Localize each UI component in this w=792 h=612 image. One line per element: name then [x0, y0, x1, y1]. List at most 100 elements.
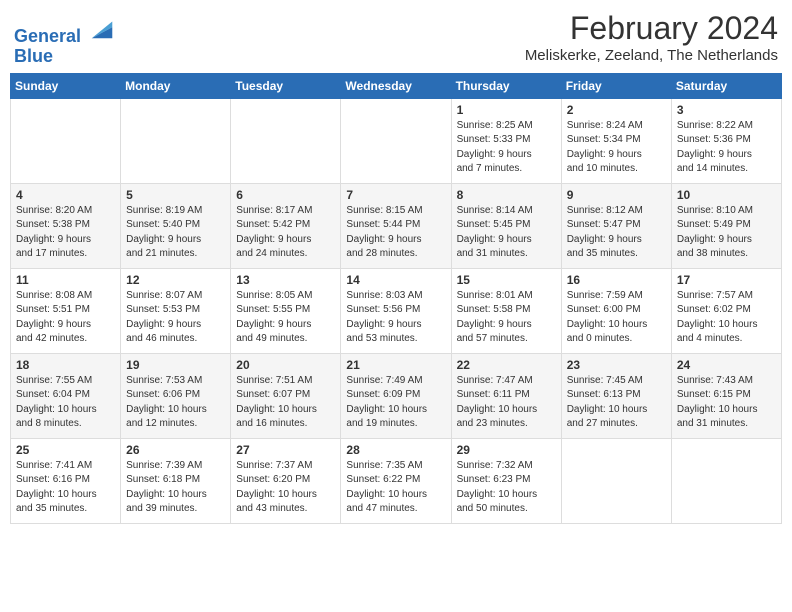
- column-header-saturday: Saturday: [671, 73, 781, 98]
- day-cell: [561, 438, 671, 523]
- day-info: Sunrise: 7:57 AM Sunset: 6:02 PM Dayligh…: [677, 289, 776, 347]
- day-info: Sunrise: 7:45 AM Sunset: 6:13 PM Dayligh…: [567, 374, 666, 432]
- day-cell: 4 Sunrise: 8:20 AM Sunset: 5:38 PM Daylig…: [11, 183, 121, 268]
- day-info: Sunrise: 8:12 AM Sunset: 5:47 PM Dayligh…: [567, 204, 666, 262]
- day-info: Sunrise: 8:17 AM Sunset: 5:42 PM Dayligh…: [236, 204, 335, 262]
- calendar-header-row: SundayMondayTuesdayWednesdayThursdayFrid…: [11, 73, 782, 98]
- day-number: 7: [346, 188, 445, 202]
- day-info: Sunrise: 8:05 AM Sunset: 5:55 PM Dayligh…: [236, 289, 335, 347]
- day-cell: 16 Sunrise: 7:59 AM Sunset: 6:00 PM Dayli…: [561, 268, 671, 353]
- day-info: Sunrise: 8:24 AM Sunset: 5:34 PM Dayligh…: [567, 119, 666, 177]
- day-cell: [231, 98, 341, 183]
- day-cell: 19Sunrise: 7:53 AM Sunset: 6:06 PM Dayli…: [121, 353, 231, 438]
- day-info: Sunrise: 8:14 AM Sunset: 5:45 PM Dayligh…: [457, 204, 556, 262]
- day-info: Sunrise: 7:49 AM Sunset: 6:09 PM Dayligh…: [346, 374, 445, 432]
- day-info: Sunrise: 7:51 AM Sunset: 6:07 PM Dayligh…: [236, 374, 335, 432]
- column-header-wednesday: Wednesday: [341, 73, 451, 98]
- day-cell: 17 Sunrise: 7:57 AM Sunset: 6:02 PM Dayli…: [671, 268, 781, 353]
- day-info: Sunrise: 7:59 AM Sunset: 6:00 PM Dayligh…: [567, 289, 666, 347]
- day-number: 1: [457, 103, 556, 117]
- day-cell: 7 Sunrise: 8:15 AM Sunset: 5:44 PM Daylig…: [341, 183, 451, 268]
- day-info: Sunrise: 7:47 AM Sunset: 6:11 PM Dayligh…: [457, 374, 556, 432]
- column-header-friday: Friday: [561, 73, 671, 98]
- day-number: 2: [567, 103, 666, 117]
- day-number: 11: [16, 273, 115, 287]
- week-row-3: 11 Sunrise: 8:08 AM Sunset: 5:51 PM Dayli…: [11, 268, 782, 353]
- day-info: Sunrise: 7:43 AM Sunset: 6:15 PM Dayligh…: [677, 374, 776, 432]
- location: Meliskerke, Zeeland, The Netherlands: [525, 47, 778, 64]
- day-cell: [341, 98, 451, 183]
- day-cell: 23 Sunrise: 7:45 AM Sunset: 6:13 PM Dayli…: [561, 353, 671, 438]
- day-cell: 25 Sunrise: 7:41 AM Sunset: 6:16 PM Dayli…: [11, 438, 121, 523]
- day-number: 4: [16, 188, 115, 202]
- day-number: 22: [457, 358, 556, 372]
- column-header-thursday: Thursday: [451, 73, 561, 98]
- day-cell: 21 Sunrise: 7:49 AM Sunset: 6:09 PM Dayli…: [341, 353, 451, 438]
- day-number: 20: [236, 358, 335, 372]
- day-cell: 1 Sunrise: 8:25 AM Sunset: 5:33 PM Daylig…: [451, 98, 561, 183]
- day-number: 5: [126, 188, 225, 202]
- day-info: Sunrise: 8:22 AM Sunset: 5:36 PM Dayligh…: [677, 119, 776, 177]
- day-cell: 9 Sunrise: 8:12 AM Sunset: 5:47 PM Daylig…: [561, 183, 671, 268]
- day-cell: [121, 98, 231, 183]
- day-number: 23: [567, 358, 666, 372]
- calendar-table: SundayMondayTuesdayWednesdayThursdayFrid…: [10, 73, 782, 524]
- day-info: Sunrise: 7:41 AM Sunset: 6:16 PM Dayligh…: [16, 459, 115, 517]
- logo-icon: [88, 14, 116, 42]
- day-cell: 13Sunrise: 8:05 AM Sunset: 5:55 PM Dayli…: [231, 268, 341, 353]
- day-number: 18: [16, 358, 115, 372]
- day-number: 3: [677, 103, 776, 117]
- day-number: 14: [346, 273, 445, 287]
- day-info: Sunrise: 8:08 AM Sunset: 5:51 PM Dayligh…: [16, 289, 115, 347]
- day-number: 16: [567, 273, 666, 287]
- day-cell: 3 Sunrise: 8:22 AM Sunset: 5:36 PM Daylig…: [671, 98, 781, 183]
- day-info: Sunrise: 7:35 AM Sunset: 6:22 PM Dayligh…: [346, 459, 445, 517]
- logo-line1: General: [14, 14, 116, 47]
- day-info: Sunrise: 7:55 AM Sunset: 6:04 PM Dayligh…: [16, 374, 115, 432]
- day-number: 26: [126, 443, 225, 457]
- day-number: 17: [677, 273, 776, 287]
- title-block: February 2024 Meliskerke, Zeeland, The N…: [525, 10, 778, 64]
- day-info: Sunrise: 7:39 AM Sunset: 6:18 PM Dayligh…: [126, 459, 225, 517]
- calendar-body: 1 Sunrise: 8:25 AM Sunset: 5:33 PM Daylig…: [11, 98, 782, 523]
- day-cell: 28Sunrise: 7:35 AM Sunset: 6:22 PM Dayli…: [341, 438, 451, 523]
- day-number: 19: [126, 358, 225, 372]
- day-cell: 22 Sunrise: 7:47 AM Sunset: 6:11 PM Dayli…: [451, 353, 561, 438]
- column-header-monday: Monday: [121, 73, 231, 98]
- month-title: February 2024: [525, 10, 778, 47]
- day-cell: 18 Sunrise: 7:55 AM Sunset: 6:04 PM Dayli…: [11, 353, 121, 438]
- day-info: Sunrise: 7:32 AM Sunset: 6:23 PM Dayligh…: [457, 459, 556, 517]
- day-cell: 15Sunrise: 8:01 AM Sunset: 5:58 PM Dayli…: [451, 268, 561, 353]
- day-number: 27: [236, 443, 335, 457]
- day-cell: 20 Sunrise: 7:51 AM Sunset: 6:07 PM Dayli…: [231, 353, 341, 438]
- day-number: 15: [457, 273, 556, 287]
- day-number: 24: [677, 358, 776, 372]
- day-number: 29: [457, 443, 556, 457]
- day-cell: 5Sunrise: 8:19 AM Sunset: 5:40 PM Daylig…: [121, 183, 231, 268]
- week-row-4: 18 Sunrise: 7:55 AM Sunset: 6:04 PM Dayli…: [11, 353, 782, 438]
- week-row-5: 25 Sunrise: 7:41 AM Sunset: 6:16 PM Dayli…: [11, 438, 782, 523]
- day-cell: 12Sunrise: 8:07 AM Sunset: 5:53 PM Dayli…: [121, 268, 231, 353]
- day-info: Sunrise: 8:25 AM Sunset: 5:33 PM Dayligh…: [457, 119, 556, 177]
- day-number: 9: [567, 188, 666, 202]
- day-cell: 14 Sunrise: 8:03 AM Sunset: 5:56 PM Dayli…: [341, 268, 451, 353]
- day-number: 21: [346, 358, 445, 372]
- day-cell: 6 Sunrise: 8:17 AM Sunset: 5:42 PM Daylig…: [231, 183, 341, 268]
- day-info: Sunrise: 8:03 AM Sunset: 5:56 PM Dayligh…: [346, 289, 445, 347]
- week-row-1: 1 Sunrise: 8:25 AM Sunset: 5:33 PM Daylig…: [11, 98, 782, 183]
- day-cell: 8Sunrise: 8:14 AM Sunset: 5:45 PM Daylig…: [451, 183, 561, 268]
- day-info: Sunrise: 8:20 AM Sunset: 5:38 PM Dayligh…: [16, 204, 115, 262]
- day-cell: 27 Sunrise: 7:37 AM Sunset: 6:20 PM Dayli…: [231, 438, 341, 523]
- day-cell: [671, 438, 781, 523]
- page-header: General Blue February 2024 Meliskerke, Z…: [10, 10, 782, 67]
- day-number: 6: [236, 188, 335, 202]
- day-info: Sunrise: 8:10 AM Sunset: 5:49 PM Dayligh…: [677, 204, 776, 262]
- day-number: 12: [126, 273, 225, 287]
- day-info: Sunrise: 8:15 AM Sunset: 5:44 PM Dayligh…: [346, 204, 445, 262]
- day-cell: 11 Sunrise: 8:08 AM Sunset: 5:51 PM Dayli…: [11, 268, 121, 353]
- day-number: 25: [16, 443, 115, 457]
- day-info: Sunrise: 7:37 AM Sunset: 6:20 PM Dayligh…: [236, 459, 335, 517]
- column-header-tuesday: Tuesday: [231, 73, 341, 98]
- column-header-sunday: Sunday: [11, 73, 121, 98]
- day-cell: 2 Sunrise: 8:24 AM Sunset: 5:34 PM Daylig…: [561, 98, 671, 183]
